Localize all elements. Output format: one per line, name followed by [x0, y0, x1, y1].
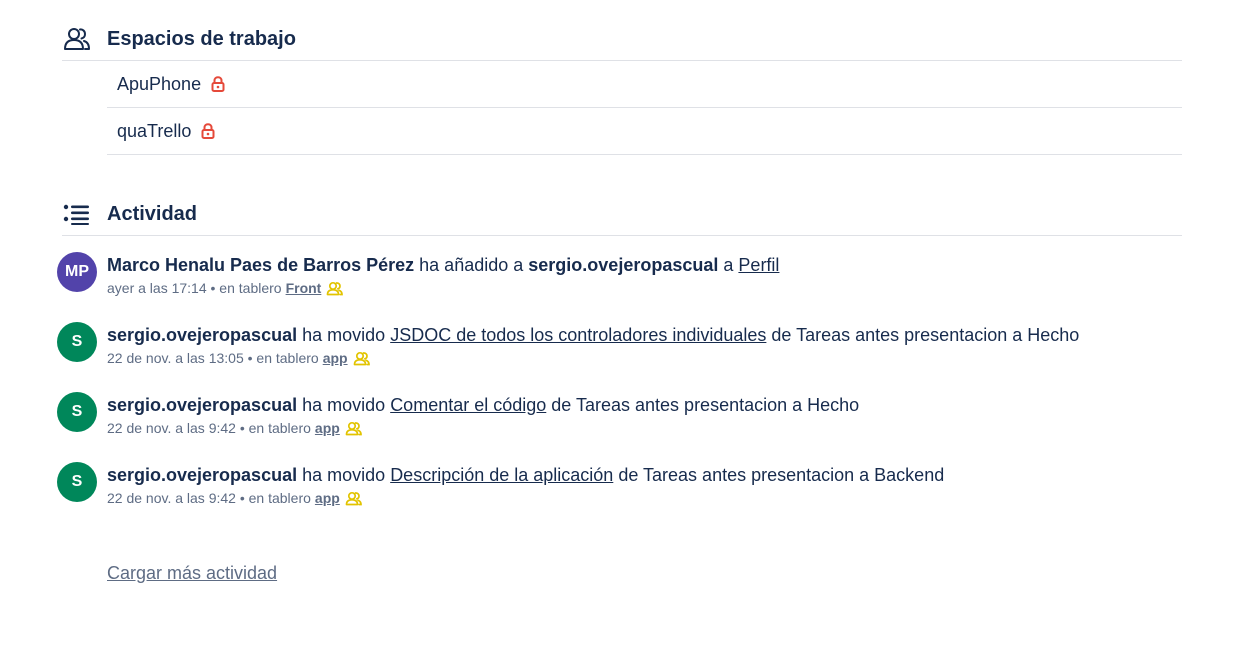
member-name[interactable]: Marco Henalu Paes de Barros Pérez: [107, 255, 414, 275]
workspace-visibility-icon: [353, 351, 370, 366]
avatar[interactable]: MP: [57, 252, 97, 292]
activity-meta: ayer a las 17:14 • en tablero Front: [107, 278, 1182, 298]
activity-action: ha añadido a: [419, 255, 524, 275]
activity-text: Marco Henalu Paes de Barros Pérez ha aña…: [107, 254, 1182, 276]
board-link[interactable]: app: [323, 348, 348, 368]
board-link[interactable]: Front: [286, 278, 322, 298]
lock-icon: [201, 123, 215, 139]
activity-feed: MP Marco Henalu Paes de Barros Pérez ha …: [57, 250, 1182, 530]
avatar[interactable]: S: [57, 392, 97, 432]
board-link[interactable]: app: [315, 418, 340, 438]
activity-time[interactable]: ayer a las 17:14: [107, 278, 207, 298]
activity-time[interactable]: 22 de nov. a las 13:05: [107, 348, 244, 368]
board-prefix: • en tablero: [247, 350, 319, 366]
activity-text: sergio.ovejeropascual ha movido Descripc…: [107, 464, 1182, 486]
member-name[interactable]: sergio.ovejeropascual: [107, 325, 297, 345]
avatar[interactable]: S: [57, 462, 97, 502]
member-profile-page: Espacios de trabajo ApuPhone quaTrello A…: [0, 0, 1248, 651]
workspace-visibility-icon: [345, 421, 362, 436]
activity-tail: de Tareas antes presentacion a Hecho: [551, 395, 860, 415]
board-prefix: • en tablero: [239, 420, 311, 436]
workspace-visibility-icon: [326, 281, 344, 296]
activity-item: MP Marco Henalu Paes de Barros Pérez ha …: [57, 250, 1182, 320]
activity-meta: 22 de nov. a las 13:05 • en tablero app: [107, 348, 1182, 368]
load-more-activity-link[interactable]: Cargar más actividad: [107, 563, 277, 584]
member-name[interactable]: sergio.ovejeropascual: [107, 465, 297, 485]
team-icon: [62, 24, 92, 54]
target-member-name[interactable]: sergio.ovejeropascual: [528, 255, 718, 275]
activity-time[interactable]: 22 de nov. a las 9:42: [107, 418, 236, 438]
activity-tail: de Tareas antes presentacion a Hecho: [771, 325, 1080, 345]
card-link[interactable]: JSDOC de todos los controladores individ…: [390, 325, 766, 345]
activity-item: S sergio.ovejeropascual ha movido JSDOC …: [57, 320, 1182, 390]
activity-text: sergio.ovejeropascual ha movido Comentar…: [107, 394, 1182, 416]
lock-icon: [211, 76, 225, 92]
activity-item: S sergio.ovejeropascual ha movido Descri…: [57, 460, 1182, 530]
board-prefix: • en tablero: [239, 490, 311, 506]
activity-tail: de Tareas antes presentacion a Backend: [618, 465, 945, 485]
activity-action: ha movido: [302, 465, 386, 485]
workspace-item-quatrello[interactable]: quaTrello: [107, 108, 1182, 155]
workspaces-title: Espacios de trabajo: [107, 27, 296, 50]
workspace-visibility-icon: [345, 491, 362, 506]
workspace-label: quaTrello: [117, 120, 192, 141]
card-link[interactable]: Comentar el código: [390, 395, 546, 415]
avatar[interactable]: S: [57, 322, 97, 362]
workspace-item-apuphone[interactable]: ApuPhone: [107, 61, 1182, 108]
activity-item: S sergio.ovejeropascual ha movido Coment…: [57, 390, 1182, 460]
board-link[interactable]: app: [315, 488, 340, 508]
card-link[interactable]: Descripción de la aplicación: [390, 465, 613, 485]
activity-text: sergio.ovejeropascual ha movido JSDOC de…: [107, 324, 1182, 346]
activity-action: ha movido: [302, 325, 386, 345]
workspaces-header: Espacios de trabajo: [62, 18, 1182, 61]
activity-list-icon: [62, 199, 92, 229]
activity-time[interactable]: 22 de nov. a las 9:42: [107, 488, 236, 508]
activity-title: Actividad: [107, 202, 198, 225]
workspace-label: ApuPhone: [117, 73, 202, 94]
activity-link[interactable]: Perfil: [738, 255, 779, 275]
activity-action: ha movido: [302, 395, 386, 415]
activity-header: Actividad: [62, 193, 1182, 236]
activity-joiner: a: [723, 255, 734, 275]
board-prefix: • en tablero: [210, 280, 282, 296]
member-name[interactable]: sergio.ovejeropascual: [107, 395, 297, 415]
workspaces-list: ApuPhone quaTrello: [107, 61, 1182, 155]
activity-meta: 22 de nov. a las 9:42 • en tablero app: [107, 418, 1182, 438]
activity-meta: 22 de nov. a las 9:42 • en tablero app: [107, 488, 1182, 508]
